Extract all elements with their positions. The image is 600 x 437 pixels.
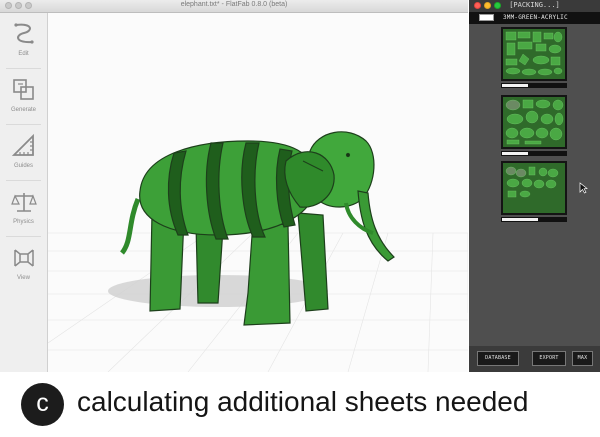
tool-edit[interactable]: Edit: [0, 13, 47, 69]
sheet-parts-preview: [505, 166, 559, 198]
tool-physics[interactable]: Physics: [0, 181, 47, 237]
database-button[interactable]: DATABASE: [477, 351, 519, 366]
flatfab-main-window: elephant.txt* - FlatFab 0.8.0 (beta) Edi…: [0, 0, 468, 372]
main-titlebar: elephant.txt* - FlatFab 0.8.0 (beta): [0, 0, 468, 13]
sheet-progress-bar: [501, 151, 567, 156]
material-label: 3MM-GREEN-ACRYLIC: [503, 14, 568, 21]
tool-generate[interactable]: Generate: [0, 69, 47, 125]
tool-generate-label: Generate: [10, 107, 37, 113]
sheet-parts-preview: [505, 31, 563, 76]
generate-icon: [13, 79, 34, 100]
packing-titlebar: [PACKING...]: [469, 0, 600, 12]
guides-ruler-icon: [11, 133, 34, 156]
window-title: elephant.txt* - FlatFab 0.8.0 (beta): [180, 1, 288, 8]
sheet-progress-fill: [502, 218, 539, 221]
tool-view[interactable]: View: [0, 237, 47, 293]
sheet-parts-preview: [505, 99, 564, 145]
elephant-model: [119, 131, 395, 326]
tool-physics-label: Physics: [13, 219, 34, 225]
sheet-progress-bar: [501, 83, 567, 88]
packing-sheet[interactable]: [501, 95, 567, 149]
tool-guides-label: Guides: [13, 163, 33, 169]
material-swatch[interactable]: [479, 14, 494, 21]
caption-text: calculating additional sheets needed: [77, 386, 529, 417]
tool-guides[interactable]: Guides: [0, 125, 47, 181]
sheet-progress-fill: [502, 84, 529, 87]
3d-viewport[interactable]: [48, 13, 468, 372]
edit-curve-icon: [14, 23, 34, 44]
mouse-cursor-icon: [579, 182, 588, 194]
tool-edit-label: Edit: [18, 51, 29, 57]
view-cube-icon: [14, 249, 34, 267]
physics-scale-icon: [11, 193, 37, 212]
packing-sheet[interactable]: [501, 27, 567, 81]
packing-sheet[interactable]: [501, 161, 567, 215]
packing-title: [PACKING...]: [509, 1, 560, 9]
panel-letter-badge: c: [21, 383, 64, 426]
max-button[interactable]: MAX: [572, 351, 593, 366]
export-button[interactable]: EXPORT: [532, 351, 566, 366]
tool-sidebar: Edit Generate Guides Physics View: [0, 13, 48, 372]
tool-view-label: View: [17, 275, 30, 281]
elephant-scene: [48, 131, 468, 372]
sheet-progress-bar: [501, 217, 567, 222]
sheet-progress-fill: [502, 152, 529, 155]
